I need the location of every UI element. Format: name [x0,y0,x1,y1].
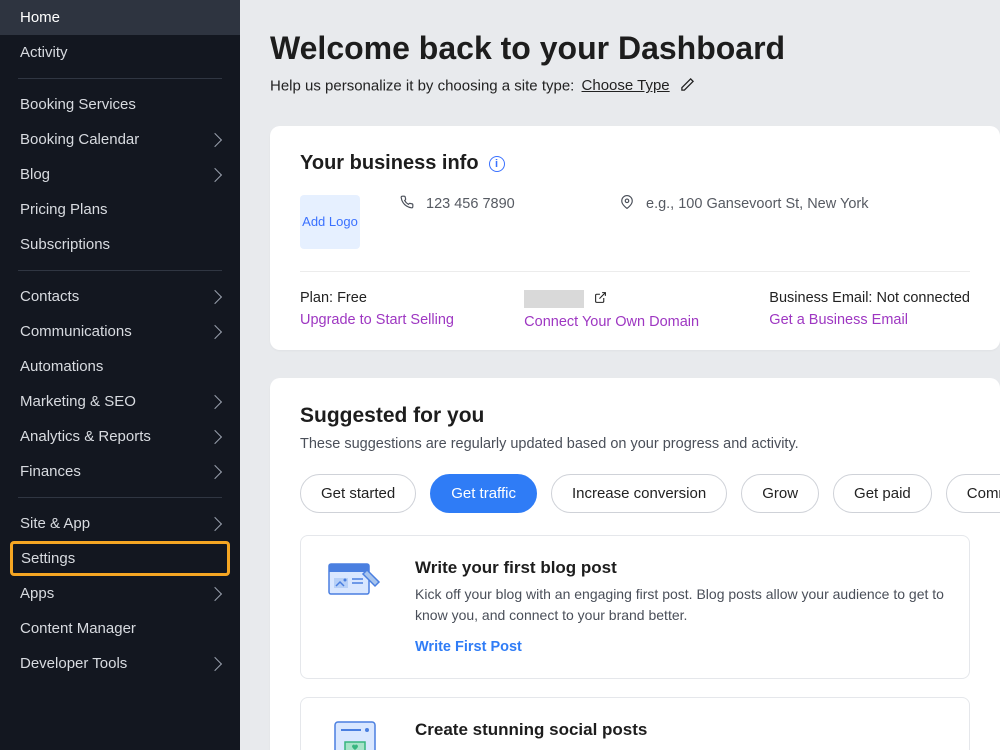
chevron-right-icon [208,656,222,670]
suggestion-desc: Kick off your blog with an engaging firs… [415,584,945,626]
location-icon [620,195,636,213]
tab-community[interactable]: Community [946,474,1000,513]
sidebar-item-subscriptions[interactable]: Subscriptions [0,227,240,262]
address-value: e.g., 100 Gansevoort St, New York [646,196,868,212]
chevron-right-icon [208,516,222,530]
chevron-right-icon [208,429,222,443]
tab-grow[interactable]: Grow [741,474,819,513]
sidebar-item-activity[interactable]: Activity [0,35,240,70]
sidebar-item-analytics-reports[interactable]: Analytics & Reports [0,419,240,454]
sidebar-item-booking-calendar[interactable]: Booking Calendar [0,122,240,157]
social-post-icon [325,720,385,750]
sidebar-item-booking-services[interactable]: Booking Services [0,87,240,122]
sidebar-item-label: Settings [21,550,75,567]
sidebar-item-label: Communications [20,323,132,340]
phone-value: 123 456 7890 [426,196,515,212]
chevron-right-icon [208,289,222,303]
sidebar-item-label: Apps [20,585,54,602]
card-title: Your business info i [300,152,970,175]
sidebar-item-label: Analytics & Reports [20,428,151,445]
connect-domain-link[interactable]: Connect Your Own Domain [524,314,699,330]
suggested-title: Suggested for you [300,404,970,428]
pencil-icon[interactable] [680,77,695,96]
sidebar-item-label: Finances [20,463,81,480]
sidebar-item-label: Activity [20,44,68,61]
choose-type-link[interactable]: Choose Type [582,77,670,94]
sidebar-item-label: Content Manager [20,620,136,637]
chevron-right-icon [208,167,222,181]
blog-post-icon [325,558,385,604]
sidebar-item-label: Developer Tools [20,655,127,672]
add-logo-button[interactable]: Add Logo [300,195,360,249]
sidebar-item-blog[interactable]: Blog [0,157,240,192]
sidebar-item-label: Marketing & SEO [20,393,136,410]
chevron-right-icon [208,394,222,408]
sidebar-item-finances[interactable]: Finances [0,454,240,489]
chevron-right-icon [208,132,222,146]
sidebar-item-label: Pricing Plans [20,201,108,218]
suggestion-social-posts: Create stunning social posts Get up to 2… [300,697,970,750]
info-icon[interactable]: i [489,156,505,172]
business-info-card: Your business info i Add Logo 123 456 78… [270,126,1000,350]
sidebar-item-label: Automations [20,358,103,375]
email-label: Business Email: Not connected [769,290,970,306]
subtitle-prefix: Help us personalize it by choosing a sit… [270,77,579,94]
phone-icon [400,195,416,213]
sidebar-item-pricing-plans[interactable]: Pricing Plans [0,192,240,227]
sidebar-divider [18,270,222,271]
sidebar-item-developer-tools[interactable]: Developer Tools [0,646,240,681]
business-email-link[interactable]: Get a Business Email [769,312,970,328]
sidebar-item-contacts[interactable]: Contacts [0,279,240,314]
external-link-icon[interactable] [594,292,607,308]
sidebar-item-marketing-seo[interactable]: Marketing & SEO [0,384,240,419]
main-content: Welcome back to your Dashboard Help us p… [240,0,1000,750]
sidebar: Home Activity Booking Services Booking C… [0,0,240,750]
sidebar-divider [18,78,222,79]
tab-get-started[interactable]: Get started [300,474,416,513]
suggestion-title: Write your first blog post [415,558,945,578]
suggestion-desc: Get up to 2.3 times more visitors to you… [415,746,945,750]
sidebar-item-content-manager[interactable]: Content Manager [0,611,240,646]
sidebar-item-site-app[interactable]: Site & App [0,506,240,541]
suggested-card: Suggested for you These suggestions are … [270,378,1000,750]
plan-label: Plan: Free [300,290,454,306]
page-subtitle: Help us personalize it by choosing a sit… [270,77,1000,96]
chevron-right-icon [208,586,222,600]
phone-field[interactable]: 123 456 7890 [400,195,580,213]
tab-increase-conversion[interactable]: Increase conversion [551,474,727,513]
sidebar-item-label: Booking Services [20,96,136,113]
sidebar-item-communications[interactable]: Communications [0,314,240,349]
address-field[interactable]: e.g., 100 Gansevoort St, New York [620,195,868,213]
sidebar-item-label: Subscriptions [20,236,110,253]
upgrade-link[interactable]: Upgrade to Start Selling [300,312,454,328]
card-title-text: Your business info [300,152,479,175]
chevron-right-icon [208,324,222,338]
sidebar-item-automations[interactable]: Automations [0,349,240,384]
suggested-subtitle: These suggestions are regularly updated … [300,436,970,452]
sidebar-item-label: Blog [20,166,50,183]
tab-get-paid[interactable]: Get paid [833,474,932,513]
suggestion-title: Create stunning social posts [415,720,945,740]
tabs-row: Get started Get traffic Increase convers… [300,474,970,513]
page-title: Welcome back to your Dashboard [270,30,1000,67]
sidebar-item-label: Booking Calendar [20,131,139,148]
tab-get-traffic[interactable]: Get traffic [430,474,537,513]
domain-placeholder [524,290,584,308]
sidebar-item-home[interactable]: Home [0,0,240,35]
chevron-right-icon [208,464,222,478]
domain-label [524,290,699,308]
sidebar-item-settings[interactable]: Settings [10,541,230,576]
sidebar-item-label: Contacts [20,288,79,305]
sidebar-divider [18,497,222,498]
sidebar-item-label: Home [20,9,60,26]
suggestion-blog-post: Write your first blog post Kick off your… [300,535,970,679]
sidebar-item-apps[interactable]: Apps [0,576,240,611]
write-first-post-link[interactable]: Write First Post [415,639,522,655]
sidebar-item-label: Site & App [20,515,90,532]
